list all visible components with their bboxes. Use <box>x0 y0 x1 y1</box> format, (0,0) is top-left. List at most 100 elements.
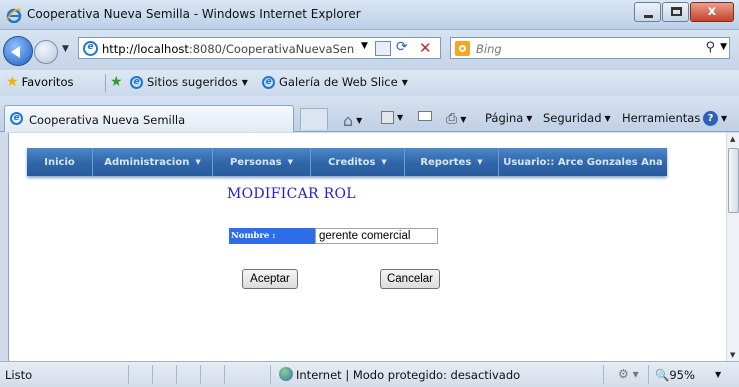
security-status-icon[interactable]: ⚙ ▾ <box>618 367 639 381</box>
tools-menu-label: Herramientas <box>622 111 701 125</box>
minimize-button[interactable] <box>634 2 661 22</box>
chevron-down-icon: ▼ <box>356 116 363 125</box>
app-menu-bar: Inicio Administracion ▼ Personas ▼ Credito… <box>27 148 667 176</box>
minimize-icon <box>644 15 653 18</box>
divider <box>176 365 177 384</box>
search-input[interactable]: Bing <box>476 42 502 56</box>
print-icon: ⎙ <box>446 111 458 127</box>
suggested-sites-link[interactable]: e Sitios sugeridos ▼ <box>130 75 248 89</box>
chevron-down-icon: ▼ <box>460 114 467 124</box>
menu-usuario[interactable]: Usuario:: Arce Gonzales Ana <box>499 148 667 176</box>
ie-page-icon: e <box>262 75 275 89</box>
add-to-favorites-icon[interactable]: ★ <box>110 74 123 90</box>
menu-label: Administracion <box>104 156 190 168</box>
search-dropdown-icon[interactable]: ▼ <box>720 42 727 52</box>
address-field[interactable]: e http://localhost:8080/CooperativaNueva… <box>78 37 441 59</box>
close-window-button[interactable]: x <box>690 2 734 22</box>
menu-label: Inicio <box>44 156 75 168</box>
status-bar: Listo Internet | Modo protegido: desacti… <box>0 361 739 387</box>
back-button[interactable] <box>3 36 33 66</box>
zoom-dropdown-icon[interactable]: ▼ <box>715 370 721 379</box>
chevron-down-icon: ▼ <box>477 158 483 166</box>
menu-administracion[interactable]: Administracion ▼ <box>93 148 213 176</box>
feeds-button[interactable]: ▼ <box>381 111 403 124</box>
mail-icon <box>418 111 432 121</box>
divider <box>128 365 129 384</box>
divider <box>152 365 153 384</box>
chevron-down-icon: ▼ <box>401 77 408 87</box>
address-row: ▼ e http://localhost:8080/CooperativaNue… <box>0 30 739 70</box>
page-ie-icon: e <box>83 41 98 56</box>
nombre-label: Nombre : <box>229 228 315 244</box>
star-icon: ★ <box>6 74 19 90</box>
divider <box>105 74 106 92</box>
search-box[interactable]: Bing ⚲ ▼ <box>450 37 730 59</box>
menu-inicio[interactable]: Inicio <box>27 148 93 176</box>
status-text: Listo <box>5 368 33 382</box>
scroll-down-icon[interactable]: ▼ <box>730 351 735 359</box>
nombre-field[interactable]: gerente comercial <box>315 228 438 244</box>
print-button[interactable]: ⎙ ▼ <box>446 111 466 127</box>
scroll-thumb[interactable] <box>728 148 739 213</box>
new-tab-button[interactable] <box>300 108 328 130</box>
divider <box>200 365 201 384</box>
menu-personas[interactable]: Personas ▼ <box>213 148 311 176</box>
refresh-icon[interactable]: ⟳ <box>396 39 408 55</box>
chevron-down-icon: ▼ <box>287 158 294 166</box>
menu-reportes[interactable]: Reportes ▼ <box>405 148 499 176</box>
chevron-down-icon: ▼ <box>604 113 611 123</box>
url-dropdown-icon[interactable]: ▼ <box>361 41 368 51</box>
web-slice-gallery-link[interactable]: e Galería de Web Slice ▼ <box>262 75 408 89</box>
globe-icon <box>279 367 293 381</box>
security-menu-label: Seguridad <box>543 111 602 125</box>
menu-creditos[interactable]: Creditos ▼ <box>311 148 405 176</box>
ie-page-icon: e <box>130 75 143 89</box>
window-title: Cooperativa Nueva Semilla - Windows Inte… <box>27 7 361 21</box>
divider <box>270 365 271 384</box>
tab-ie-icon: e <box>10 112 23 125</box>
search-icon[interactable]: ⚲ <box>705 40 715 55</box>
menu-label: Creditos <box>328 156 376 168</box>
vertical-scrollbar[interactable]: ▲ ▼ <box>726 133 739 361</box>
home-button[interactable]: ⌂ ▼ <box>343 111 362 130</box>
menu-label: Personas <box>229 156 282 168</box>
tools-menu[interactable]: Herramientas▼ <box>622 111 710 125</box>
page-menu[interactable]: Página ▼ <box>485 111 532 125</box>
mail-button[interactable] <box>418 111 432 121</box>
menu-label: Usuario:: Arce Gonzales Ana <box>503 156 663 168</box>
page-content: Inicio Administracion ▼ Personas ▼ Credito… <box>8 133 726 361</box>
menu-label: Reportes <box>420 156 472 168</box>
favorites-label: Favoritos <box>21 75 74 89</box>
accept-button[interactable]: Aceptar <box>242 269 298 289</box>
chevron-down-icon: ▼ <box>526 113 533 123</box>
favorites-button[interactable]: ★ Favoritos <box>6 74 73 90</box>
security-menu[interactable]: Seguridad ▼ <box>543 111 611 125</box>
url-text[interactable]: http://localhost:8080/CooperativaNuevaSe… <box>102 42 357 56</box>
forward-button[interactable] <box>34 40 58 64</box>
page-title: MODIFICAR ROL <box>227 186 356 202</box>
security-zone-text[interactable]: Internet | Modo protegido: desactivado <box>296 368 520 382</box>
tab-label: Cooperativa Nueva Semilla <box>29 113 186 127</box>
zoom-level[interactable]: 🔍95% <box>655 368 695 382</box>
zoom-value: 95% <box>669 368 695 382</box>
help-button[interactable]: ? ▼ <box>703 111 727 126</box>
tab-cooperativa[interactable]: e Cooperativa Nueva Semilla <box>4 105 294 132</box>
maximize-button[interactable] <box>662 2 689 22</box>
stop-icon[interactable]: ✕ <box>419 39 432 57</box>
title-bar: Cooperativa Nueva Semilla - Windows Inte… <box>0 0 739 30</box>
favorites-bar: ★ Favoritos ★ e Sitios sugeridos ▼ e Gal… <box>0 70 739 96</box>
chevron-down-icon: ▼ <box>381 158 387 166</box>
maximize-icon <box>671 7 682 16</box>
home-icon: ⌂ <box>343 111 354 130</box>
recent-pages-dropdown-icon[interactable]: ▼ <box>62 44 69 54</box>
tab-command-row: e Cooperativa Nueva Semilla ⌂ ▼ ▼ ⎙ ▼ Pági… <box>0 96 739 132</box>
cancel-button[interactable]: Cancelar <box>380 269 440 289</box>
divider <box>224 365 225 384</box>
divider <box>648 365 649 384</box>
chevron-down-icon: ▼ <box>397 113 404 122</box>
rss-icon <box>381 111 394 124</box>
help-icon: ? <box>703 111 718 126</box>
scroll-up-icon[interactable]: ▲ <box>730 135 735 143</box>
chevron-down-icon: ▼ <box>721 114 728 123</box>
compatibility-view-icon[interactable] <box>375 41 391 56</box>
